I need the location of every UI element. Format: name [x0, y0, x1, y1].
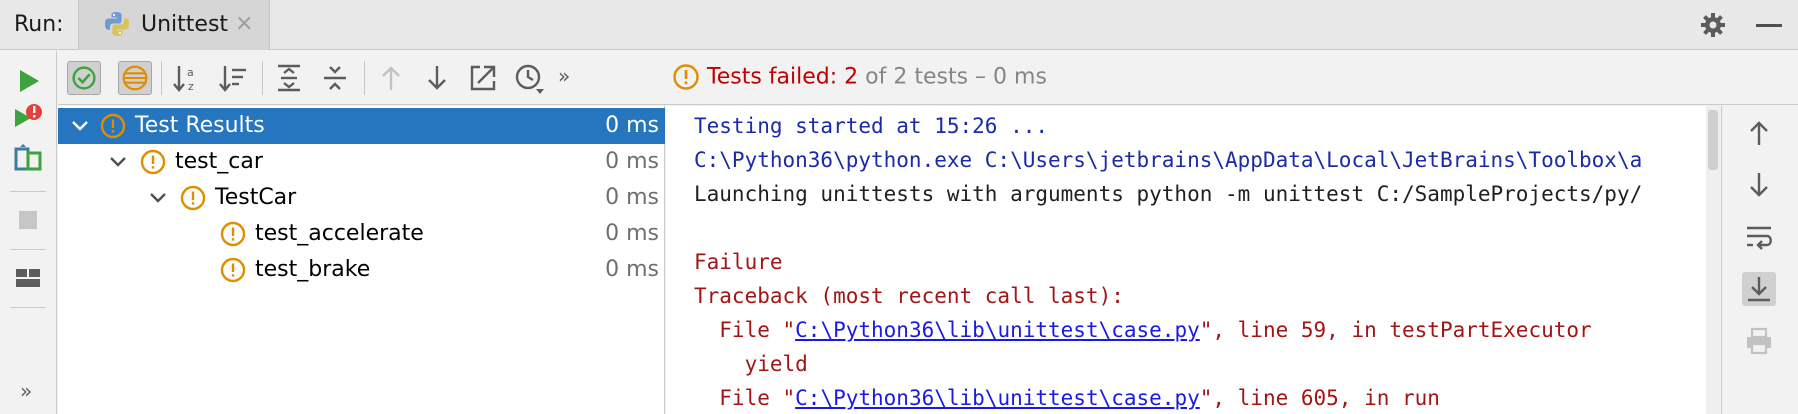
print-icon[interactable] — [1742, 324, 1776, 358]
file-link[interactable]: C:\Python36\lib\unittest\case.py — [795, 386, 1200, 410]
console-line: Launching unittests with arguments pytho… — [694, 182, 1643, 206]
console-text: File " — [694, 318, 796, 342]
minimize-icon[interactable] — [1756, 24, 1782, 27]
console-output[interactable]: Testing started at 15:26 ... C:\Python36… — [666, 106, 1720, 414]
warning-icon — [180, 185, 206, 211]
console-text: File " — [694, 386, 796, 410]
down-arrow-icon[interactable] — [1742, 168, 1776, 202]
strip-separator — [10, 249, 46, 250]
warning-icon — [100, 113, 126, 139]
svg-text:z: z — [188, 80, 194, 93]
chevron-down-icon[interactable] — [70, 116, 90, 136]
collapse-all-icon[interactable] — [318, 61, 352, 95]
toolbar-separator — [262, 61, 263, 95]
chevron-down-icon[interactable] — [148, 188, 168, 208]
tree-row-label: test_accelerate — [255, 221, 424, 246]
tree-row-test-accelerate[interactable]: test_accelerate 0 ms — [58, 216, 665, 252]
tree-row-test-brake[interactable]: test_brake 0 ms — [58, 252, 665, 288]
console-line: Failure — [694, 250, 783, 274]
console-line: File "C:\Python36\lib\unittest\case.py",… — [694, 386, 1440, 410]
next-failed-icon[interactable] — [420, 61, 454, 95]
left-action-strip: » — [0, 51, 57, 414]
console-line: C:\Python36\python.exe C:\Users\jetbrain… — [694, 148, 1643, 172]
run-label: Run: — [14, 12, 64, 37]
previous-failed-icon[interactable] — [374, 61, 408, 95]
console-action-strip — [1721, 106, 1798, 414]
svg-text:a: a — [187, 66, 194, 79]
console-line: File "C:\Python36\lib\unittest\case.py",… — [694, 318, 1592, 342]
tree-row-time: 0 ms — [605, 257, 659, 282]
tree-row-label: Test Results — [135, 113, 265, 138]
warning-icon — [220, 221, 246, 247]
rerun-icon[interactable] — [12, 65, 44, 97]
toolbar-separator — [161, 61, 162, 95]
show-passed-icon[interactable] — [67, 61, 101, 95]
show-ignored-icon[interactable] — [118, 61, 152, 95]
soft-wrap-icon[interactable] — [1742, 220, 1776, 254]
scroll-to-end-icon[interactable] — [1742, 272, 1776, 306]
console-scrollbar[interactable] — [1706, 106, 1720, 414]
console-line: Traceback (most recent call last): — [694, 284, 1124, 308]
tree-row-test-results[interactable]: Test Results 0 ms — [58, 108, 665, 144]
stop-icon[interactable] — [12, 204, 44, 236]
test-history-icon[interactable] — [512, 61, 546, 95]
test-results-tree: Test Results 0 ms test_car 0 ms TestCar … — [58, 106, 665, 414]
more-actions-icon[interactable]: » — [20, 379, 32, 403]
tree-row-time: 0 ms — [605, 113, 659, 138]
toggle-auto-test-icon[interactable] — [12, 143, 44, 175]
strip-separator — [10, 307, 46, 308]
console-text: ", line 605, in run — [1199, 386, 1440, 410]
scrollbar-thumb[interactable] — [1708, 110, 1718, 170]
console-line: Testing started at 15:26 ... — [694, 114, 1049, 138]
tab-close-icon[interactable]: × — [235, 11, 253, 36]
sort-by-duration-icon[interactable] — [216, 61, 250, 95]
rerun-failed-icon[interactable] — [12, 101, 44, 133]
test-status-summary: Tests failed: 2 of 2 tests – 0 ms — [672, 63, 1047, 93]
file-link[interactable]: C:\Python36\lib\unittest\case.py — [795, 318, 1200, 342]
warning-icon — [673, 64, 699, 90]
status-detail-text: of 2 tests – 0 ms — [858, 64, 1047, 90]
tree-row-label: TestCar — [215, 185, 297, 210]
tree-row-time: 0 ms — [605, 185, 659, 210]
more-toolbar-actions-icon[interactable]: » — [558, 64, 570, 88]
tab-unittest[interactable]: Unittest × — [78, 0, 270, 50]
chevron-down-icon[interactable] — [108, 152, 128, 172]
test-runner-toolbar: a z » Tests failed: 2 of 2 tests – 0 ms — [58, 51, 1798, 105]
warning-icon — [220, 257, 246, 283]
tab-label: Unittest — [141, 12, 229, 37]
tree-row-time: 0 ms — [605, 149, 659, 174]
run-tool-window-header: Run: Unittest × — [0, 0, 1798, 50]
tree-row-label: test_brake — [255, 257, 371, 282]
python-icon — [105, 12, 129, 36]
export-results-icon[interactable] — [466, 61, 500, 95]
gear-icon[interactable] — [1699, 11, 1727, 39]
console-line: yield — [694, 352, 808, 376]
toolbar-separator — [364, 61, 365, 95]
tree-row-label: test_car — [175, 149, 263, 174]
console-text: ", line 59, in testPartExecutor — [1199, 318, 1592, 342]
expand-all-icon[interactable] — [272, 61, 306, 95]
tree-row-testcar[interactable]: TestCar 0 ms — [58, 180, 665, 216]
up-arrow-icon[interactable] — [1742, 116, 1776, 150]
tree-row-test-car[interactable]: test_car 0 ms — [58, 144, 665, 180]
strip-separator — [10, 191, 46, 192]
warning-icon — [140, 149, 166, 175]
sort-alphabetically-icon[interactable]: a z — [170, 61, 204, 95]
status-failed-text: Tests failed: 2 — [707, 64, 859, 90]
tree-row-time: 0 ms — [605, 221, 659, 246]
layout-icon[interactable] — [12, 262, 44, 294]
